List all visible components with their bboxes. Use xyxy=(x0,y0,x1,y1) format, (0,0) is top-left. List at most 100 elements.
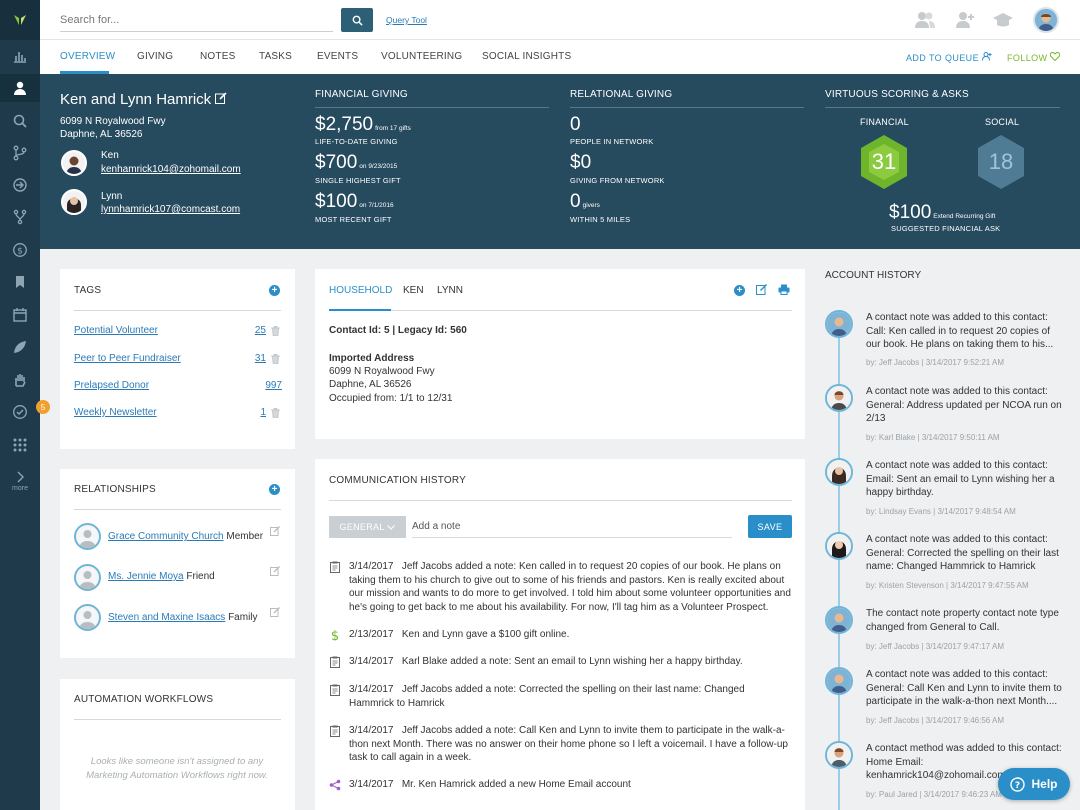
scoring-rule xyxy=(825,107,1060,108)
tag-count[interactable]: 997 xyxy=(246,380,282,391)
edit-icon[interactable] xyxy=(270,526,280,536)
print-icon[interactable] xyxy=(778,284,790,295)
logo-icon[interactable] xyxy=(0,0,40,40)
tag-peer-to-peer-fundraiser[interactable]: Peer to Peer Fundraiser xyxy=(74,353,181,364)
history-meta: by: Jeff Jacobs | 3/14/2017 9:47:17 AM xyxy=(866,642,1005,651)
automation-card: AUTOMATION WORKFLOWS Looks like someone … xyxy=(60,679,295,810)
tab-tasks[interactable]: TASKS xyxy=(259,51,292,62)
edit-name-icon[interactable] xyxy=(215,92,227,104)
communication-date: 3/14/2017 xyxy=(349,656,394,667)
history-avatar[interactable] xyxy=(825,384,853,412)
tab-giving[interactable]: GIVING xyxy=(137,51,173,62)
tags-rule xyxy=(74,310,281,311)
history-avatar[interactable] xyxy=(825,741,853,769)
trash-icon[interactable] xyxy=(271,408,280,418)
add-person-icon[interactable] xyxy=(953,8,977,32)
bookmark-icon[interactable] xyxy=(0,268,40,296)
communication-item: 3/14/2017 Karl Blake added a note: Sent … xyxy=(329,655,791,669)
user-avatar[interactable] xyxy=(1033,7,1059,33)
ken-avatar[interactable] xyxy=(61,150,87,176)
fork-icon[interactable] xyxy=(0,203,40,231)
tag-count[interactable]: 25 xyxy=(236,325,266,336)
search-icon[interactable] xyxy=(0,107,40,135)
relationship-role: Member xyxy=(226,531,264,542)
history-avatar[interactable] xyxy=(825,667,853,695)
save-note-button[interactable]: SAVE xyxy=(748,515,792,538)
history-avatar[interactable] xyxy=(825,458,853,486)
dollar-icon[interactable]: $ xyxy=(0,236,40,264)
tags-card: TAGS + Potential Volunteer 25 Peer to Pe… xyxy=(60,269,295,449)
household-address-1: 6099 N Royalwood Fwy xyxy=(329,366,435,377)
chart-icon[interactable] xyxy=(0,42,40,70)
search-input[interactable] xyxy=(60,8,333,32)
tag-count[interactable]: 31 xyxy=(236,353,266,364)
tab-notes[interactable]: NOTES xyxy=(200,51,235,62)
financial-score-badge[interactable]: 31 xyxy=(859,134,909,190)
relationship-avatar[interactable] xyxy=(74,564,101,591)
trash-icon[interactable] xyxy=(271,326,280,336)
leaf-icon[interactable] xyxy=(0,333,40,361)
history-avatar[interactable] xyxy=(825,532,853,560)
communication-item: 3/14/2017 Jeff Jacobs added a note: Ken … xyxy=(329,560,791,614)
tab-volunteering[interactable]: VOLUNTEERING xyxy=(381,51,462,62)
check-icon[interactable] xyxy=(0,398,40,426)
history-avatar[interactable] xyxy=(825,310,853,338)
add-relationship-button[interactable]: + xyxy=(269,484,280,495)
relationship-link[interactable]: Steven and Maxine Isaacs xyxy=(108,612,225,623)
social-score-badge[interactable]: 18 xyxy=(976,134,1026,190)
branch-icon[interactable] xyxy=(0,139,40,167)
calendar-icon[interactable] xyxy=(0,301,40,329)
add-note-input[interactable] xyxy=(412,516,732,538)
add-tag-button[interactable]: + xyxy=(269,285,280,296)
relationship-link[interactable]: Ms. Jennie Moya xyxy=(108,571,184,582)
edit-icon[interactable] xyxy=(270,607,280,617)
note-icon xyxy=(330,656,340,668)
svg-text:?: ? xyxy=(1015,781,1020,791)
grid-icon[interactable] xyxy=(0,431,40,459)
address-line-1: 6099 N Royalwood Fwy xyxy=(60,116,166,127)
tag-potential-volunteer[interactable]: Potential Volunteer xyxy=(74,325,158,336)
tag-prelapsed-donor[interactable]: Prelapsed Donor xyxy=(74,380,149,391)
relationship-avatar[interactable] xyxy=(74,523,101,550)
tab-household[interactable]: HOUSEHOLD xyxy=(329,285,392,296)
tab-overview[interactable]: OVERVIEW xyxy=(60,51,115,62)
people-icon[interactable] xyxy=(913,8,937,32)
profile-nav: OVERVIEW GIVING NOTES TASKS EVENTS VOLUN… xyxy=(40,40,1080,74)
tag-weekly-newsletter[interactable]: Weekly Newsletter xyxy=(74,407,157,418)
edit-icon[interactable] xyxy=(756,284,767,295)
add-to-queue-button[interactable]: ADD TO QUEUE xyxy=(906,52,992,63)
history-entry: The contact note property contact note t… xyxy=(866,608,1059,633)
relationship-role: Family xyxy=(228,612,258,623)
edit-icon[interactable] xyxy=(270,566,280,576)
household-rule xyxy=(329,310,792,311)
more-label[interactable]: more xyxy=(0,485,40,492)
note-type-dropdown[interactable]: GENERAL xyxy=(329,516,406,538)
help-button[interactable]: ? Help xyxy=(998,768,1070,800)
tab-events[interactable]: EVENTS xyxy=(317,51,358,62)
relationship-avatar[interactable] xyxy=(74,604,101,631)
tab-social-insights[interactable]: SOCIAL INSIGHTS xyxy=(482,51,571,62)
hand-icon[interactable] xyxy=(0,366,40,394)
svg-text:$: $ xyxy=(331,629,339,641)
history-entry: A contact note was added to this contact… xyxy=(866,669,1062,707)
history-entry: A contact note was added to this contact… xyxy=(866,312,1054,350)
trash-icon[interactable] xyxy=(271,354,280,364)
search-button[interactable] xyxy=(341,8,373,32)
person-email-ken[interactable]: kenhamrick104@zohomail.com xyxy=(101,164,241,175)
add-household-member-button[interactable]: + xyxy=(734,285,745,296)
follow-button[interactable]: FOLLOW xyxy=(1007,51,1061,63)
signin-icon[interactable] xyxy=(0,171,40,199)
tab-ken[interactable]: KEN xyxy=(403,285,424,296)
tab-lynn[interactable]: LYNN xyxy=(437,285,463,296)
relationship-link[interactable]: Grace Community Church xyxy=(108,531,224,542)
person-icon[interactable] xyxy=(0,74,40,102)
givers-label: WITHIN 5 MILES xyxy=(570,215,631,224)
person-email-lynn[interactable]: lynnhamrick107@comcast.com xyxy=(101,204,240,215)
communication-item: $ 2/13/2017 Ken and Lynn gave a $100 gif… xyxy=(329,628,791,642)
svg-text:$: $ xyxy=(17,247,23,257)
query-tool-link[interactable]: Query Tool xyxy=(386,15,427,25)
lynn-avatar[interactable] xyxy=(61,189,87,215)
history-avatar[interactable] xyxy=(825,606,853,634)
graduation-cap-icon[interactable] xyxy=(991,8,1015,32)
tag-count[interactable]: 1 xyxy=(236,407,266,418)
